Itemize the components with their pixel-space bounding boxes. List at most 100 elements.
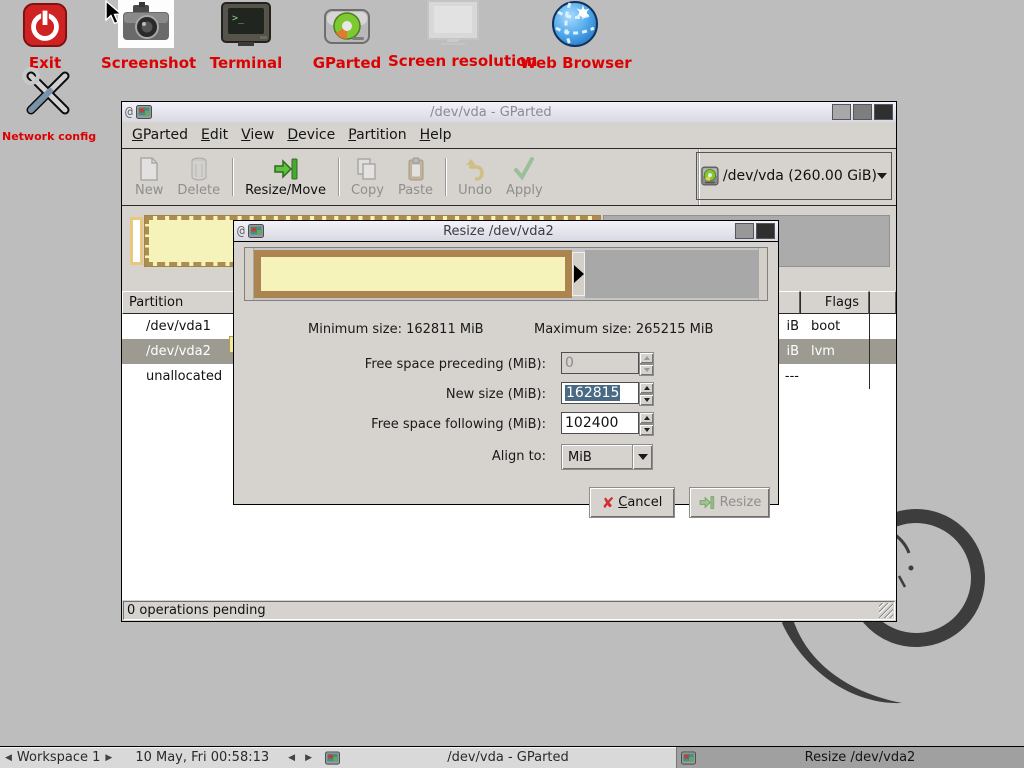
align-to-value: MiB <box>562 450 632 465</box>
desktop: { "desktop": { "icons": [ {"label": "Exi… <box>0 0 1024 768</box>
taskbar: ◀ Workspace 1 ▶ 10 May, Fri 00:58:13 ◀ ▶… <box>0 746 1024 768</box>
desktop-icon-label: Screen resolution <box>388 52 518 70</box>
disk-pie-icon <box>307 6 387 52</box>
spin-up-button[interactable] <box>639 382 654 394</box>
resize-slider <box>244 247 768 301</box>
slider-free-space[interactable] <box>585 250 758 298</box>
wm-spiral-icon: @ <box>125 105 133 120</box>
copy-icon <box>356 157 378 181</box>
desktop-icon-network-config[interactable]: Network config <box>2 66 94 143</box>
menu-partition[interactable]: Partition <box>348 127 406 143</box>
desktop-icon-label: Web Browser <box>520 54 630 72</box>
column-header-flags[interactable]: Flags <box>800 291 869 314</box>
slider-drag-handle[interactable] <box>572 252 585 296</box>
desktop-icon-exit[interactable]: Exit <box>10 2 80 72</box>
column-header-end <box>869 291 896 314</box>
desktop-icon-label: Network config <box>2 130 94 143</box>
chevron-down-icon <box>638 454 648 460</box>
new-size-label: New size (MiB): <box>446 387 546 402</box>
taskbar-item-resize-dialog[interactable]: Resize /dev/vda2 <box>676 747 1024 768</box>
main-window-titlebar[interactable]: @ /dev/vda - GParted <box>122 102 896 123</box>
minimize-button[interactable] <box>832 104 851 120</box>
workspace-prev-arrow[interactable]: ◀ <box>0 753 17 763</box>
device-disk-icon <box>701 163 719 189</box>
desktop-icon-gparted[interactable]: GParted <box>307 6 387 72</box>
column-header-partition[interactable]: Partition <box>122 291 237 314</box>
menubar: GParted Edit View Device Partition Help <box>122 122 896 149</box>
dialog-titlebar[interactable]: @ Resize /dev/vda2 <box>234 221 778 242</box>
align-to-dropdown[interactable]: MiB <box>561 444 653 470</box>
cancel-button[interactable]: ✘ Cancel <box>589 487 675 518</box>
dialog-close-button[interactable] <box>756 223 775 239</box>
spin-down-button[interactable] <box>639 364 654 376</box>
new-document-icon <box>139 157 159 181</box>
taskbar-item-gparted[interactable]: /dev/vda - GParted <box>321 747 676 768</box>
slider-right-cap <box>758 248 767 300</box>
desktop-icon-terminal[interactable]: >_ Terminal <box>201 2 291 72</box>
row-end-cell <box>869 339 896 364</box>
free-space-following-field[interactable]: 102400 <box>561 412 639 434</box>
desktop-icon-screen-resolution[interactable]: Screen resolution <box>388 0 518 70</box>
free-space-following-spinner[interactable] <box>639 412 654 436</box>
mouse-cursor <box>103 0 125 26</box>
desktop-icon-web-browser[interactable]: Web Browser <box>520 0 630 72</box>
taskbar-item-label: Resize /dev/vda2 <box>696 750 1024 765</box>
resize-grip[interactable] <box>879 603 893 618</box>
free-space-preceding-spinner[interactable] <box>639 352 654 376</box>
maximize-button[interactable] <box>853 104 872 120</box>
menu-edit[interactable]: Edit <box>201 127 228 143</box>
device-selector-value: /dev/vda (260.00 GiB) <box>723 168 877 184</box>
desktop-icon-label: Screenshot <box>101 54 191 72</box>
menu-view[interactable]: View <box>241 127 274 143</box>
dialog-maximize-button[interactable] <box>735 223 754 239</box>
dialog-body: Minimum size: 162811 MiB Maximum size: 2… <box>234 242 778 504</box>
device-selector[interactable]: /dev/vda (260.00 GiB) <box>696 152 892 200</box>
spin-up-button[interactable] <box>639 412 654 424</box>
new-size-field[interactable]: 162815 <box>561 382 639 404</box>
new-size-spinner[interactable] <box>639 382 654 406</box>
task-next-arrow[interactable]: ▶ <box>300 753 317 763</box>
spin-down-button[interactable] <box>639 424 654 436</box>
main-window-title: /dev/vda - GParted <box>152 105 830 120</box>
monitor-icon <box>388 0 518 50</box>
maximum-size-label: Maximum size: 265215 MiB <box>534 322 713 337</box>
new-button[interactable]: New <box>128 154 170 201</box>
apply-button[interactable]: Apply <box>499 154 550 201</box>
free-space-preceding-field[interactable]: 0 <box>561 352 639 374</box>
power-icon <box>10 2 80 52</box>
paste-button[interactable]: Paste <box>391 154 440 201</box>
status-bar: 0 operations pending <box>123 601 895 620</box>
menu-device[interactable]: Device <box>287 127 335 143</box>
arrow-right-icon <box>574 265 584 283</box>
row-end-cell <box>869 364 896 389</box>
copy-button[interactable]: Copy <box>344 154 391 201</box>
workspace-label: Workspace 1 <box>17 750 100 765</box>
delete-button[interactable]: Delete <box>170 154 227 201</box>
close-button[interactable] <box>874 104 893 120</box>
workspace-next-arrow[interactable]: ▶ <box>100 753 117 763</box>
partition-bar-vda1[interactable] <box>130 217 143 265</box>
menu-help[interactable]: Help <box>420 127 452 143</box>
terminal-icon: >_ <box>201 2 291 52</box>
dropdown-arrow-button <box>632 445 652 469</box>
undo-button[interactable]: Undo <box>451 154 499 201</box>
menu-gparted[interactable]: GParted <box>132 127 188 143</box>
chevron-down-icon <box>877 173 887 179</box>
resize-move-button[interactable]: Resize/Move <box>238 154 333 201</box>
slider-left-cap <box>245 248 254 300</box>
paste-icon <box>407 157 425 181</box>
spin-down-button[interactable] <box>639 394 654 406</box>
trash-icon <box>190 157 208 181</box>
gparted-mini-icon <box>681 751 696 765</box>
undo-icon <box>465 157 485 181</box>
spin-up-button[interactable] <box>639 352 654 364</box>
row-end-cell <box>869 314 896 339</box>
slider-partition[interactable] <box>254 250 572 298</box>
resize-button[interactable]: Resize <box>689 487 770 518</box>
partition-flags: boot <box>800 319 869 334</box>
resize-dialog: @ Resize /dev/vda2 Minimum size: 162811 … <box>233 220 779 505</box>
resize-move-icon <box>273 157 299 181</box>
svg-text:>_: >_ <box>232 13 245 24</box>
task-prev-arrow[interactable]: ◀ <box>283 753 300 763</box>
gparted-mini-icon <box>325 751 340 765</box>
